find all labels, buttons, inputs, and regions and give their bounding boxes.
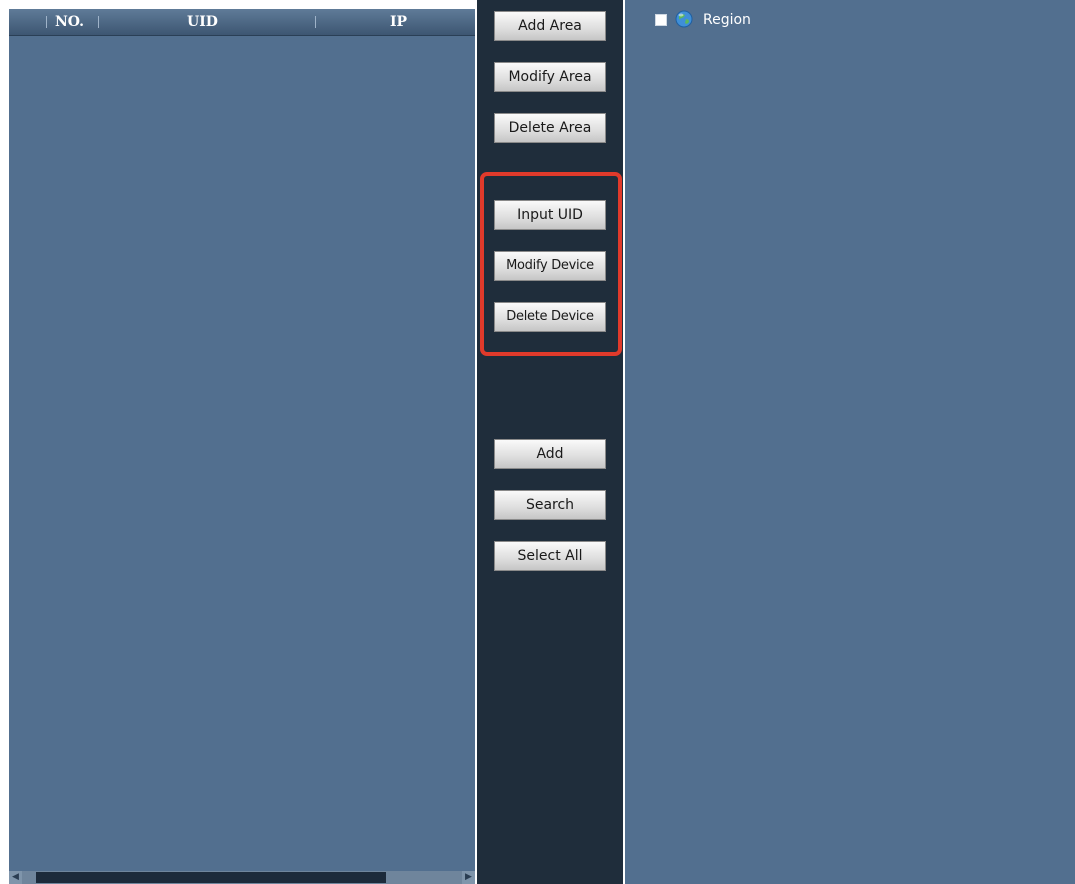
scroll-left-arrow-icon[interactable]: ◀ [9, 871, 22, 884]
column-header-uid[interactable]: UID [187, 14, 218, 30]
search-button[interactable]: Search [494, 490, 606, 520]
scrollbar-track[interactable] [29, 872, 455, 883]
delete-device-button[interactable]: Delete Device [494, 302, 606, 332]
scroll-right-arrow-icon[interactable]: ▶ [462, 871, 475, 884]
column-separator[interactable] [98, 16, 99, 28]
select-all-button[interactable]: Select All [494, 541, 606, 571]
column-separator[interactable] [315, 16, 316, 28]
globe-icon [675, 10, 693, 28]
add-area-button[interactable]: Add Area [494, 11, 606, 41]
region-checkbox[interactable] [655, 14, 667, 26]
input-uid-button[interactable]: Input UID [494, 200, 606, 230]
add-button[interactable]: Add [494, 439, 606, 469]
tree-node-label: Region [703, 12, 751, 28]
scrollbar-thumb[interactable] [36, 872, 386, 883]
horizontal-scrollbar[interactable]: ◀ ▶ [9, 871, 475, 884]
delete-area-button[interactable]: Delete Area [494, 113, 606, 143]
column-separator[interactable] [46, 16, 47, 28]
modify-area-button[interactable]: Modify Area [494, 62, 606, 92]
device-list-body[interactable] [9, 36, 475, 871]
modify-device-button[interactable]: Modify Device [494, 251, 606, 281]
column-header-ip[interactable]: IP [390, 14, 407, 30]
action-column: Add Area Modify Area Delete Area Input U… [477, 0, 623, 884]
region-tree-panel: Region [625, 0, 1075, 884]
device-list-header: NO. UID IP [9, 9, 475, 36]
column-header-no[interactable]: NO. [55, 14, 84, 30]
device-list-panel: NO. UID IP ◀ ▶ [9, 9, 475, 884]
